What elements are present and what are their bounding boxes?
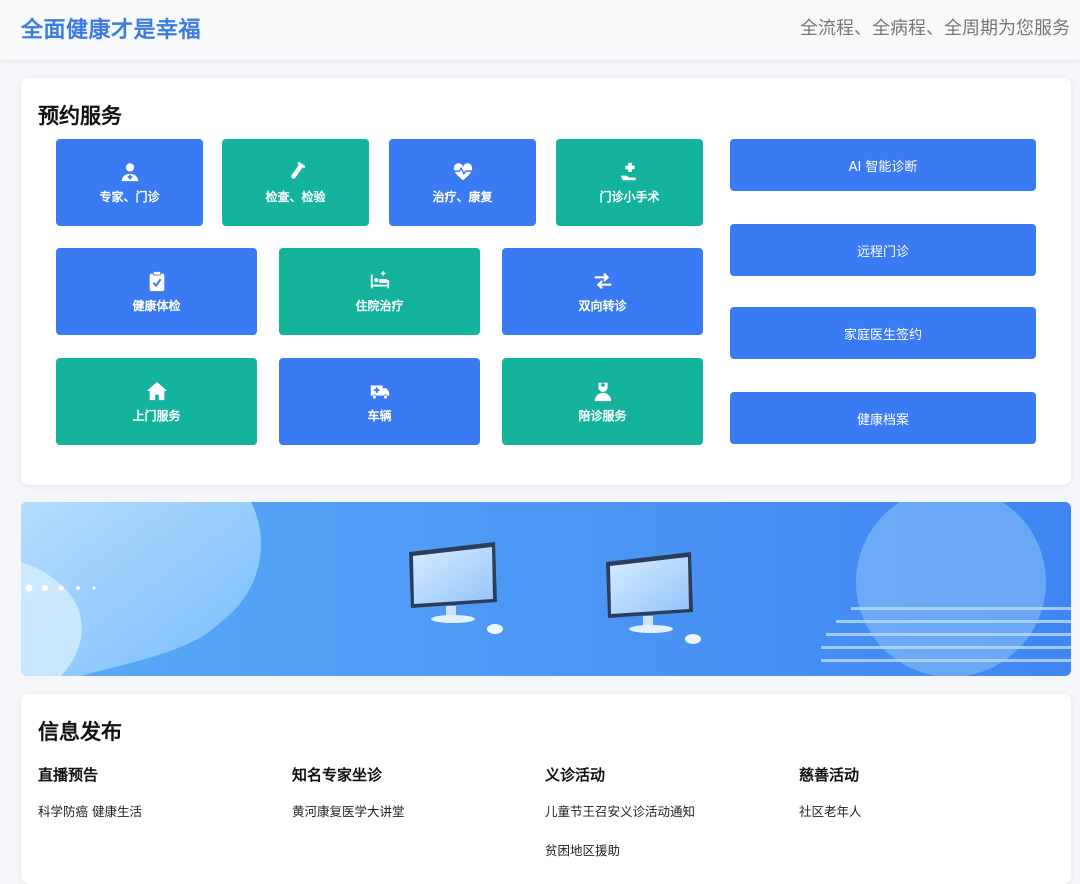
tile-two-way-referral[interactable]: 双向转诊	[502, 248, 703, 335]
tile-label: 双向转诊	[578, 298, 627, 313]
tile-label: 治疗、康复	[432, 189, 493, 204]
test-tube-icon	[285, 161, 307, 188]
booking-section-title: 预约服务	[38, 104, 122, 128]
home-icon	[146, 380, 168, 407]
info-column-charity: 慈善活动 社区老年人	[799, 764, 1039, 840]
info-section-title: 信息发布	[38, 720, 122, 744]
tile-vehicle[interactable]: 车辆	[279, 358, 480, 445]
info-column-live: 直播预告 科学防癌 健康生活	[38, 764, 278, 840]
header-tagline: 全流程、全病程、全周期为您服务	[800, 18, 1070, 39]
column-title: 义诊活动	[545, 766, 606, 784]
column-title: 直播预告	[38, 766, 99, 784]
heartbeat-icon	[452, 161, 474, 188]
brand-title: 全面健康才是幸福	[21, 18, 202, 43]
tile-treatment-rehab[interactable]: 治疗、康复	[389, 139, 536, 226]
tile-minor-surgery[interactable]: 门诊小手术	[556, 139, 703, 226]
booking-services-card: 预约服务 专家、门诊 检查、检验 治疗、康复 门诊小手术 健康体检 住院治疗 双…	[21, 78, 1071, 485]
info-column-free-clinic: 义诊活动 儿童节王召安义诊活动通知 贫困地区援助	[545, 764, 785, 879]
tile-label: 门诊小手术	[599, 189, 660, 204]
ambulance-icon	[369, 380, 391, 407]
list-item[interactable]: 社区老年人	[799, 801, 1039, 820]
tile-expert-clinic[interactable]: 专家、门诊	[56, 139, 203, 226]
hero-banner[interactable]	[21, 502, 1071, 676]
tile-label: 车辆	[367, 408, 392, 423]
remote-clinic-button[interactable]: 远程门诊	[730, 224, 1036, 276]
clipboard-check-icon	[146, 270, 168, 297]
doctor-icon	[119, 161, 141, 188]
tile-label: 健康体检	[132, 298, 181, 313]
list-item[interactable]: 科学防癌 健康生活	[38, 801, 278, 820]
tile-exam-test[interactable]: 检查、检验	[222, 139, 369, 226]
tile-escort-service[interactable]: 陪诊服务	[502, 358, 703, 445]
family-doctor-button[interactable]: 家庭医生签约	[730, 307, 1036, 359]
tile-label: 检查、检验	[265, 189, 326, 204]
column-title: 知名专家坐诊	[292, 766, 383, 784]
health-record-button[interactable]: 健康档案	[730, 392, 1036, 444]
tile-label: 上门服务	[132, 408, 181, 423]
hand-medical-icon	[619, 161, 641, 188]
tile-home-service[interactable]: 上门服务	[56, 358, 257, 445]
ai-diagnosis-button[interactable]: AI 智能诊断	[730, 139, 1036, 191]
nurse-icon	[592, 380, 614, 407]
list-item[interactable]: 儿童节王召安义诊活动通知	[545, 801, 785, 820]
tile-inpatient[interactable]: 住院治疗	[279, 248, 480, 335]
hospital-bed-icon	[369, 270, 391, 297]
top-header: 全面健康才是幸福 全流程、全病程、全周期为您服务	[0, 0, 1080, 61]
exchange-icon	[592, 270, 614, 297]
tile-label: 住院治疗	[355, 298, 404, 313]
tile-label: 陪诊服务	[578, 408, 627, 423]
info-column-experts: 知名专家坐诊 黄河康复医学大讲堂	[292, 764, 532, 840]
list-item[interactable]: 贫困地区援助	[545, 840, 785, 859]
column-title: 慈善活动	[799, 766, 860, 784]
tile-label: 专家、门诊	[99, 189, 160, 204]
info-publish-card: 信息发布 直播预告 科学防癌 健康生活 知名专家坐诊 黄河康复医学大讲堂 义诊活…	[21, 694, 1071, 884]
tile-health-checkup[interactable]: 健康体检	[56, 248, 257, 335]
banner-illustration	[21, 502, 1071, 676]
list-item[interactable]: 黄河康复医学大讲堂	[292, 801, 532, 820]
